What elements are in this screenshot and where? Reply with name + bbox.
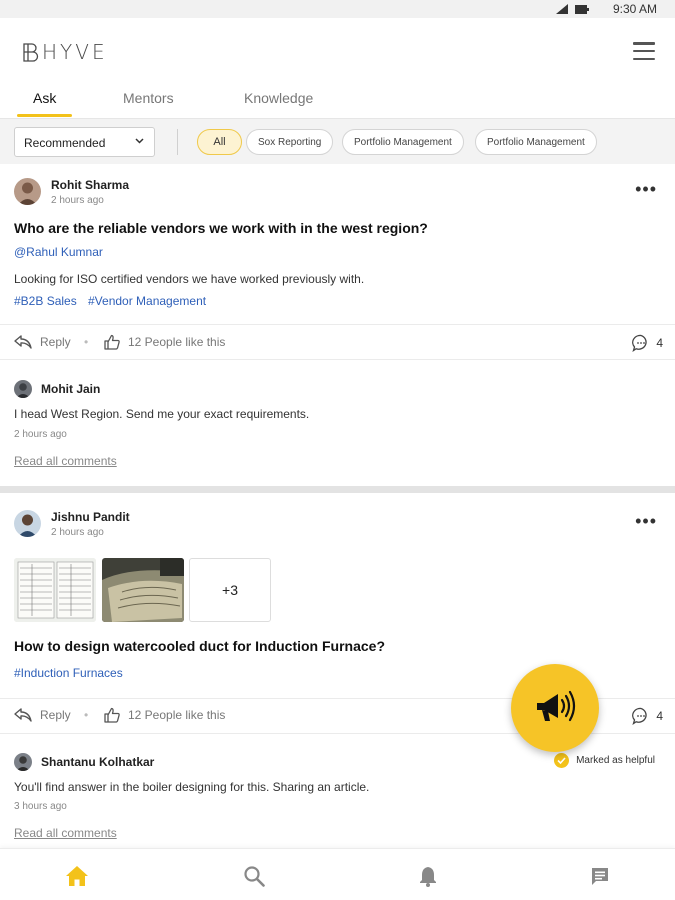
post-card: Rohit Sharma 2 hours ago ••• Who are the… xyxy=(0,164,675,486)
reply-label: Reply xyxy=(40,335,71,349)
logo-text: HYVE xyxy=(42,40,108,64)
ask-question-button[interactable] xyxy=(511,664,599,752)
signal-icon xyxy=(556,4,568,14)
like-button[interactable]: 12 People like this xyxy=(104,334,225,350)
status-bar: 9:30 AM xyxy=(0,0,675,18)
comment-count-button[interactable]: 4 xyxy=(632,334,663,352)
helpful-label: Marked as helpful xyxy=(576,755,655,766)
avatar[interactable] xyxy=(14,178,41,205)
filter-chip-portfolio-management[interactable]: Portfolio Management xyxy=(342,129,464,155)
more-images-button[interactable]: +3 xyxy=(189,558,271,622)
tab-knowledge[interactable]: Knowledge xyxy=(244,90,313,106)
post-separator xyxy=(0,486,675,493)
action-separator: • xyxy=(84,708,89,722)
bell-icon[interactable] xyxy=(415,863,441,889)
reply-label: Reply xyxy=(40,708,71,722)
filter-chip-sox-reporting[interactable]: Sox Reporting xyxy=(246,129,334,155)
action-separator: • xyxy=(84,335,89,349)
sort-dropdown[interactable]: Recommended xyxy=(14,127,155,157)
filter-chip-portfolio-management-2[interactable]: Portfolio Management xyxy=(475,129,597,155)
app-logo[interactable]: HYVE xyxy=(22,40,108,64)
megaphone-icon xyxy=(537,690,576,722)
battery-icon xyxy=(575,4,589,14)
tab-bar: Ask Mentors Knowledge xyxy=(0,88,675,118)
active-tab-indicator xyxy=(17,114,72,117)
reply-button[interactable]: Reply xyxy=(14,334,71,350)
read-all-comments-link[interactable]: Read all comments xyxy=(14,826,117,840)
more-options-icon[interactable]: ••• xyxy=(635,512,657,530)
check-icon xyxy=(554,753,570,768)
chevron-down-icon xyxy=(135,136,144,147)
comment-count: 4 xyxy=(656,709,663,723)
thumbs-up-icon xyxy=(104,707,120,723)
post-time: 2 hours ago xyxy=(51,527,104,538)
read-all-comments-link[interactable]: Read all comments xyxy=(14,454,117,468)
divider xyxy=(0,359,675,360)
comment-author[interactable]: Mohit Jain xyxy=(41,382,100,396)
comment-time: 2 hours ago xyxy=(14,429,67,440)
hamburger-menu-icon[interactable] xyxy=(633,42,655,60)
status-icons xyxy=(556,4,589,14)
comment-author[interactable]: Shantanu Kolhatkar xyxy=(41,755,154,769)
chat-icon[interactable] xyxy=(587,863,613,889)
post-image-thumbnail[interactable] xyxy=(102,558,184,622)
divider xyxy=(0,324,675,325)
likes-label: 12 People like this xyxy=(128,708,226,722)
post-question[interactable]: Who are the reliable vendors we work wit… xyxy=(14,220,428,236)
comment-count-button[interactable]: 4 xyxy=(632,707,663,725)
post-hashtag[interactable]: #B2B Sales xyxy=(14,294,77,308)
filter-bar: Recommended All Sox Reporting Portfolio … xyxy=(0,118,675,164)
post-body: Looking for ISO certified vendors we hav… xyxy=(14,272,365,286)
like-button[interactable]: 12 People like this xyxy=(104,707,225,723)
marked-helpful-badge: Marked as helpful xyxy=(554,753,655,768)
sort-dropdown-value: Recommended xyxy=(24,136,106,150)
app-header: HYVE Ask Mentors Knowledge xyxy=(0,18,675,118)
likes-label: 12 People like this xyxy=(128,335,226,349)
status-time: 9:30 AM xyxy=(612,2,657,16)
comment-avatar[interactable] xyxy=(14,380,32,398)
bottom-navigation xyxy=(0,848,675,900)
post-question[interactable]: How to design watercooled duct for Induc… xyxy=(14,638,385,654)
comment-time: 3 hours ago xyxy=(14,801,67,812)
post-image-thumbnail[interactable] xyxy=(14,558,96,622)
reply-icon xyxy=(14,335,32,349)
post-author[interactable]: Rohit Sharma xyxy=(51,178,129,192)
logo-mark-icon xyxy=(23,43,39,62)
search-icon[interactable] xyxy=(241,863,267,889)
post-author[interactable]: Jishnu Pandit xyxy=(51,510,130,524)
filter-chip-all[interactable]: All xyxy=(197,129,242,155)
filter-divider xyxy=(177,129,178,155)
reply-icon xyxy=(14,708,32,722)
comment-count: 4 xyxy=(656,336,663,350)
more-options-icon[interactable]: ••• xyxy=(635,180,657,198)
thumbs-up-icon xyxy=(104,334,120,350)
reply-button[interactable]: Reply xyxy=(14,707,71,723)
post-mention[interactable]: @Rahul Kumnar xyxy=(14,245,103,259)
comment-icon xyxy=(632,707,647,725)
comment-text: I head West Region. Send me your exact r… xyxy=(14,407,310,421)
comment-icon xyxy=(632,334,647,352)
post-hashtag[interactable]: #Induction Furnaces xyxy=(14,666,123,680)
avatar[interactable] xyxy=(14,510,41,537)
tab-mentors[interactable]: Mentors xyxy=(123,90,174,106)
post-time: 2 hours ago xyxy=(51,195,104,206)
comment-text: You'll find answer in the boiler designi… xyxy=(14,780,370,794)
home-icon[interactable] xyxy=(64,863,90,889)
tab-ask[interactable]: Ask xyxy=(33,90,56,106)
comment-avatar[interactable] xyxy=(14,753,32,771)
post-hashtag[interactable]: #Vendor Management xyxy=(88,294,206,308)
